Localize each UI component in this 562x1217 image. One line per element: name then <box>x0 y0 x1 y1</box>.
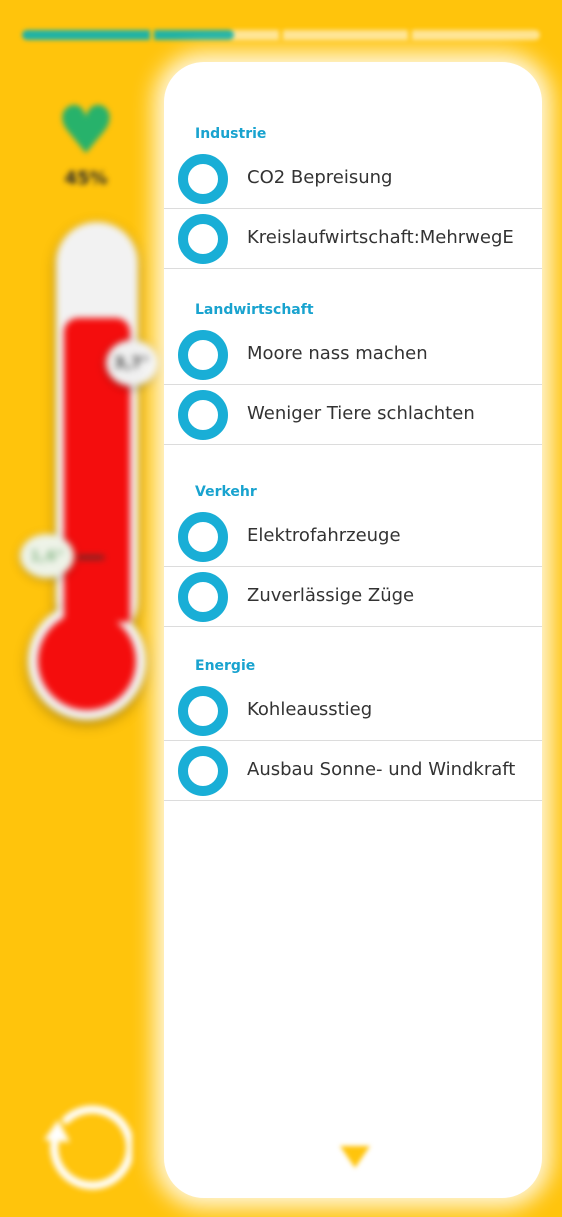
top-progress-fill <box>22 30 234 40</box>
radio-ring-icon[interactable] <box>178 512 228 562</box>
radio-ring-icon[interactable] <box>178 686 228 736</box>
option-elektrofahrzeuge[interactable]: Elektrofahrzeuge <box>164 508 542 567</box>
option-kohleausstieg[interactable]: Kohleausstieg <box>164 682 542 741</box>
chevron-down-icon[interactable] <box>338 1142 372 1172</box>
option-moore-nass-machen[interactable]: Moore nass machen <box>164 326 542 385</box>
option-label: Kreislaufwirtschaft:MehrwegE <box>247 227 514 248</box>
option-label: Ausbau Sonne- und Windkraft <box>247 759 516 780</box>
thermometer-left-badge: 1,6° <box>20 534 74 578</box>
category-energie: Energie <box>195 658 256 674</box>
radio-ring-icon[interactable] <box>178 390 228 440</box>
option-ausbau-sonne-windkraft[interactable]: Ausbau Sonne- und Windkraft <box>164 742 542 801</box>
step-labels <box>22 8 542 28</box>
option-label: Kohleausstieg <box>247 699 373 720</box>
option-kreislaufwirtschaft[interactable]: Kreislaufwirtschaft:MehrwegE <box>164 210 542 269</box>
category-landwirtschaft: Landwirtschaft <box>195 302 314 318</box>
restart-icon[interactable] <box>36 1098 135 1194</box>
category-industrie: Industrie <box>195 126 267 142</box>
thermometer: 3,7° 1,6° <box>20 222 170 722</box>
thermometer-marker <box>78 556 104 559</box>
option-label: CO2 Bepreisung <box>247 167 393 188</box>
radio-ring-icon[interactable] <box>178 330 228 380</box>
thermometer-top-badge: 3,7° <box>106 340 158 386</box>
score-percent: 45% <box>64 168 108 189</box>
option-label: Elektrofahrzeuge <box>247 525 401 546</box>
option-zuverlaessige-zuege[interactable]: Zuverlässige Züge <box>164 568 542 627</box>
radio-ring-icon[interactable] <box>178 746 228 796</box>
option-label: Weniger Tiere schlachten <box>247 403 475 424</box>
option-weniger-tiere-schlachten[interactable]: Weniger Tiere schlachten <box>164 386 542 445</box>
radio-ring-icon[interactable] <box>178 154 228 204</box>
radio-ring-icon[interactable] <box>178 572 228 622</box>
options-card: Industrie CO2 Bepreisung Kreislaufwirtsc… <box>164 62 542 1198</box>
category-verkehr: Verkehr <box>195 484 257 500</box>
option-label: Moore nass machen <box>247 343 428 364</box>
radio-ring-icon[interactable] <box>178 214 228 264</box>
score-block: ♥ 45% <box>46 92 126 190</box>
option-label: Zuverlässige Züge <box>247 585 415 606</box>
thermometer-fill-bulb <box>38 612 136 710</box>
top-progress-bar <box>22 30 540 40</box>
option-co2-bepreisung[interactable]: CO2 Bepreisung <box>164 150 542 209</box>
heart-icon: ♥ <box>56 92 116 169</box>
